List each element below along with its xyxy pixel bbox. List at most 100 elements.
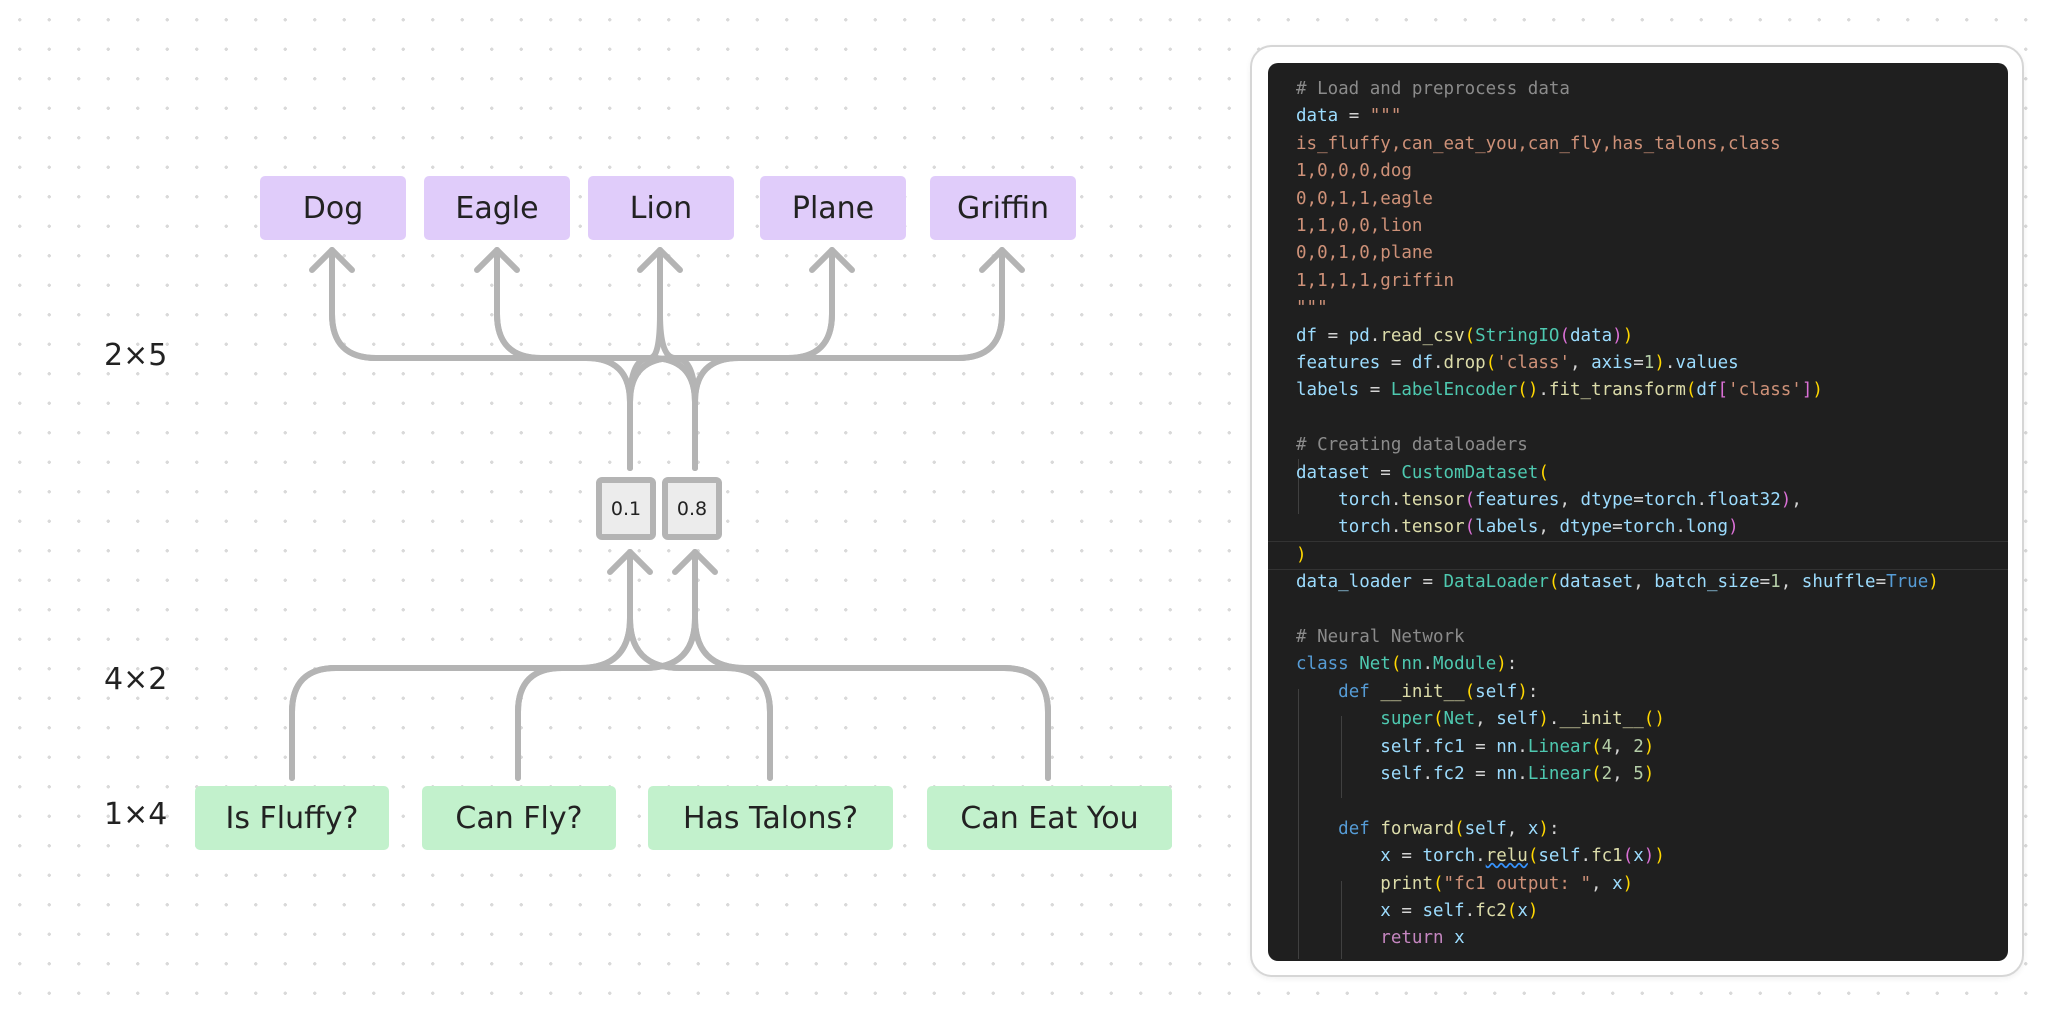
code-token: """	[1296, 298, 1328, 319]
code-token: (	[1643, 709, 1655, 730]
code-editor[interactable]: # Load and preprocess data data = """ is_f…	[1268, 63, 2008, 961]
code-token: 2	[1633, 736, 1644, 757]
code-token: (	[1506, 901, 1518, 921]
code-token: .	[1517, 736, 1528, 757]
output-box-dog[interactable]: Dog	[260, 176, 406, 240]
code-token: data_loader	[1296, 572, 1412, 593]
code-token: =	[1464, 764, 1497, 784]
code-token: class	[1296, 654, 1349, 675]
code-token: self	[1422, 901, 1465, 921]
code-token: x	[1380, 901, 1391, 921]
output-box-plane[interactable]: Plane	[760, 176, 906, 240]
code-token: (	[1432, 709, 1444, 730]
code-token: (	[1591, 736, 1602, 757]
input-box-can-eat-you[interactable]: Can Eat You	[927, 786, 1172, 850]
code-token: float32	[1707, 490, 1781, 510]
code-token: x	[1454, 928, 1465, 949]
code-token: )	[1517, 681, 1528, 702]
output-box-griffin[interactable]: Griffin	[930, 176, 1076, 240]
hidden-node-2[interactable]: 0.8	[662, 477, 722, 540]
code-token: fc1	[1433, 736, 1465, 757]
code-line: torch.tensor(labels, dtype=torch.long)	[1296, 514, 1738, 541]
code-token: )	[1643, 764, 1655, 784]
input-label-has-talons: Has Talons?	[682, 800, 859, 836]
code-token: CustomDataset	[1401, 462, 1539, 483]
code-token: =	[1759, 572, 1771, 593]
code-token: def	[1338, 818, 1370, 839]
code-token: 2	[1601, 764, 1613, 784]
input-box-has-talons[interactable]: Has Talons?	[648, 786, 893, 850]
code-token: self	[1380, 764, 1423, 784]
code-token: axis	[1591, 353, 1634, 373]
code-token: (	[1464, 490, 1476, 510]
code-token: x	[1517, 901, 1528, 921]
input-box-is-fluffy[interactable]: Is Fluffy?	[195, 786, 389, 850]
code-token: =	[1633, 353, 1644, 373]
code-token: (	[1464, 681, 1476, 702]
code-token: 1,1,0,0,lion	[1296, 216, 1423, 236]
code-token: batch_size	[1654, 572, 1760, 593]
code-token: # Neural Network	[1296, 627, 1465, 647]
code-token: self	[1538, 846, 1581, 867]
code-token: (	[1622, 846, 1634, 867]
code-token: x	[1612, 873, 1623, 894]
code-token: .	[1422, 764, 1433, 784]
code-token: def	[1338, 681, 1370, 702]
code-token: )	[1296, 544, 1307, 565]
input-label-can-eat-you: Can Eat You	[960, 800, 1139, 836]
code-token: fc2	[1433, 764, 1465, 784]
code-token: ,	[1591, 873, 1613, 894]
code-line: def forward(self, x):	[1296, 816, 1559, 843]
code-token: data	[1296, 106, 1339, 127]
dim-label-fc2: 2×5	[104, 338, 168, 373]
code-token: tensor	[1401, 490, 1465, 510]
code-token: (	[1538, 462, 1549, 483]
code-line: labels = LabelEncoder().fit_transform(df…	[1296, 377, 1823, 404]
output-box-lion[interactable]: Lion	[588, 176, 734, 240]
code-token: """	[1369, 106, 1402, 127]
code-token: .	[1422, 736, 1433, 757]
code-token: tensor	[1401, 517, 1465, 538]
code-token: =	[1338, 106, 1370, 127]
code-token: )	[1780, 490, 1792, 510]
code-token: =	[1875, 572, 1887, 593]
cursor-line-highlight	[1268, 541, 2008, 570]
code-token: ]	[1801, 380, 1813, 401]
code-token: 'class'	[1728, 380, 1802, 401]
code-token: return	[1380, 928, 1444, 949]
code-token: (	[1464, 325, 1476, 346]
code-token: =	[1369, 462, 1402, 483]
code-token: (	[1548, 572, 1560, 593]
code-token: 1,1,1,1,griffin	[1296, 270, 1455, 291]
code-line: # Neural Network	[1296, 624, 1465, 651]
code-token: )	[1928, 572, 1939, 593]
code-token: "fc1 output: "	[1443, 873, 1592, 894]
code-line: )	[1296, 542, 1307, 569]
code-token: nn	[1401, 654, 1423, 675]
code-token: fit_transform	[1548, 380, 1686, 401]
code-line: data_loader = DataLoader(dataset, batch_…	[1296, 569, 1939, 596]
hidden-value-2: 0.8	[676, 497, 708, 520]
code-token: 'class'	[1496, 353, 1570, 373]
code-token: torch	[1622, 517, 1676, 538]
code-token: 5	[1633, 764, 1644, 784]
code-token: )	[1527, 901, 1539, 921]
hidden-node-1[interactable]: 0.1	[596, 477, 656, 540]
code-token: values	[1675, 353, 1739, 373]
code-token: )	[1643, 846, 1655, 867]
code-line: self.fc2 = nn.Linear(2, 5)	[1296, 761, 1654, 788]
code-line: print("fc1 output: ", x)	[1296, 871, 1633, 898]
code-token: Linear	[1527, 764, 1592, 784]
code-token: )	[1527, 380, 1539, 401]
code-token: Net	[1359, 654, 1391, 675]
output-box-eagle[interactable]: Eagle	[424, 176, 570, 240]
code-token: x	[1633, 846, 1644, 867]
code-token: LabelEncoder	[1390, 380, 1518, 401]
code-token: .	[1390, 490, 1402, 510]
code-token: super	[1380, 709, 1433, 730]
input-box-can-fly[interactable]: Can Fly?	[422, 786, 616, 850]
